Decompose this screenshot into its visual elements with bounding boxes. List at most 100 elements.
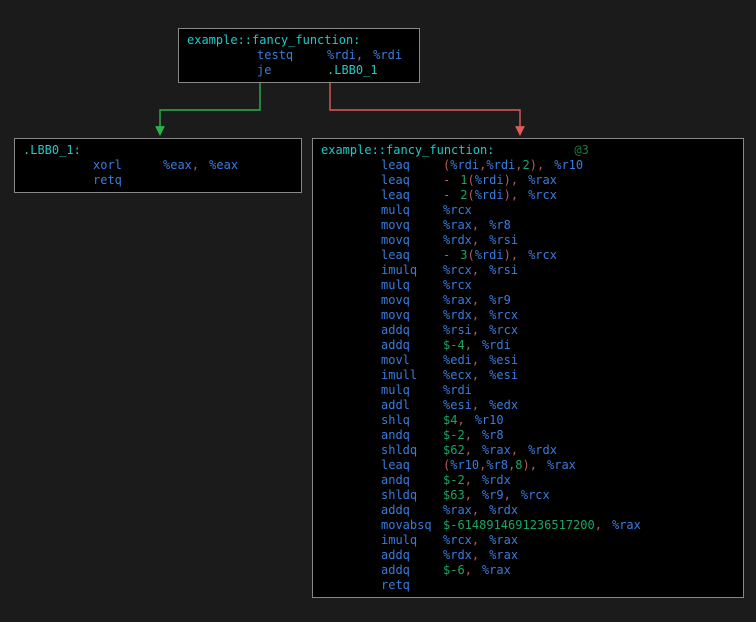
punct: )	[504, 173, 511, 187]
mnemonic: leaq	[381, 248, 443, 263]
register: %rdi	[450, 158, 479, 172]
asm-row: addq%rsi, %rcx	[321, 323, 735, 338]
immediate: $63	[443, 488, 465, 502]
asm-row: leaq-3(%rdi),%rcx	[321, 248, 735, 263]
register: %rax	[443, 503, 472, 517]
register: %rdi	[486, 158, 515, 172]
punct: ,	[356, 48, 363, 62]
register: %rax	[489, 548, 518, 562]
punct: ,	[465, 488, 472, 502]
punct: (	[467, 248, 474, 262]
asm-row: imulq%rcx,%rsi	[321, 263, 735, 278]
asm-row: shlq$4,%r10	[321, 413, 735, 428]
punct: ,	[595, 518, 602, 532]
immediate: $-	[443, 428, 457, 442]
register: %rcx	[489, 323, 518, 337]
register: %rax	[443, 218, 472, 232]
register: %edx	[489, 398, 518, 412]
asm-row: xorl%eax,%eax	[23, 158, 293, 173]
punct: ,	[472, 368, 479, 382]
register: %rdi	[475, 248, 504, 262]
punct: ,	[504, 488, 511, 502]
right-rows: leaq(%rdi,%rdi,2),%r10leaq-1(%rdi),%raxl…	[321, 158, 735, 593]
asm-row: movq%rax,%r9	[321, 293, 735, 308]
register: %r10	[450, 458, 479, 472]
register: %rcx	[443, 278, 472, 292]
punct: (	[467, 188, 474, 202]
register: %rax	[547, 458, 576, 472]
mnemonic: movq	[381, 293, 443, 308]
asm-row: testq%rdi,%rdi	[187, 48, 411, 63]
mnemonic: addq	[381, 503, 443, 518]
mnemonic: addq	[381, 323, 443, 338]
asm-row: mulq%rcx	[321, 203, 735, 218]
left-rows: xorl%eax,%eaxretq	[23, 158, 293, 188]
punct: ,	[472, 323, 479, 337]
entry-label: example::fancy_function:	[187, 33, 411, 48]
asm-row: leaq-1(%rdi),%rax	[321, 173, 735, 188]
entry-rows: testq%rdi,%rdije.LBB0_1	[187, 48, 411, 78]
register: %rax	[489, 533, 518, 547]
immediate: 8	[515, 458, 522, 472]
mnemonic: leaq	[381, 458, 443, 473]
immediate: $62	[443, 443, 465, 457]
register: %esi	[443, 398, 472, 412]
register: %r8	[486, 458, 508, 472]
register: %rcx	[443, 533, 472, 547]
asm-row: leaq(%r10,%r8,8),%rax	[321, 458, 735, 473]
punct: ,	[472, 503, 479, 517]
register: %rdi	[475, 173, 504, 187]
punct: ,	[465, 428, 472, 442]
entry-block: example::fancy_function: testq%rdi,%rdij…	[178, 28, 420, 83]
register: %eax	[209, 158, 238, 172]
register: %r9	[482, 488, 504, 502]
register: %rcx	[528, 188, 557, 202]
asm-row: retq	[321, 578, 735, 593]
register: %edi	[443, 353, 472, 367]
mnemonic: movq	[381, 308, 443, 323]
punct: ,	[472, 293, 479, 307]
register: %rcx	[521, 488, 550, 502]
mnemonic: leaq	[381, 158, 443, 173]
punct: )	[504, 188, 511, 202]
register: %rcx	[443, 203, 472, 217]
left-label: .LBB0_1:	[23, 143, 293, 158]
register: %ecx	[443, 368, 472, 382]
asm-row: addq%rdx,%rax	[321, 548, 735, 563]
asm-row: retq	[23, 173, 293, 188]
immediate: 4	[457, 338, 464, 352]
mnemonic: movq	[381, 233, 443, 248]
immediate: $-	[443, 518, 457, 532]
asm-row: mulq%rdi	[321, 383, 735, 398]
immediate: 2	[523, 158, 530, 172]
asm-row: movq%rdx,%rcx	[321, 308, 735, 323]
punct: ,	[465, 338, 472, 352]
register: %r8	[482, 428, 504, 442]
mnemonic: shlq	[381, 413, 443, 428]
register: %rsi	[489, 233, 518, 247]
punct: ,	[472, 353, 479, 367]
register: %rcx	[443, 263, 472, 277]
asm-row: addq$-6,%rax	[321, 563, 735, 578]
mnemonic: testq	[257, 48, 327, 63]
punct: ,	[465, 443, 472, 457]
register: %rsi	[443, 323, 472, 337]
mnemonic: movq	[381, 218, 443, 233]
mnemonic: shldq	[381, 488, 443, 503]
asm-row: movabsq$-6148914691236517200,%rax	[321, 518, 735, 533]
register: %rdi	[443, 383, 472, 397]
mnemonic: addq	[381, 338, 443, 353]
asm-row: andq$-2,%rdx	[321, 473, 735, 488]
register: %rdx	[443, 548, 472, 562]
register: %r10	[475, 413, 504, 427]
immediate: 2	[457, 428, 464, 442]
immediate: 2	[457, 473, 464, 487]
register: %eax	[163, 158, 192, 172]
right-block: example::fancy_function:@3 leaq(%rdi,%rd…	[312, 138, 744, 598]
register: %rcx	[489, 308, 518, 322]
mnemonic: addq	[381, 563, 443, 578]
punct: )	[530, 158, 537, 172]
mnemonic: leaq	[381, 188, 443, 203]
asm-row: je.LBB0_1	[187, 63, 411, 78]
left-block: .LBB0_1: xorl%eax,%eaxretq	[14, 138, 302, 193]
